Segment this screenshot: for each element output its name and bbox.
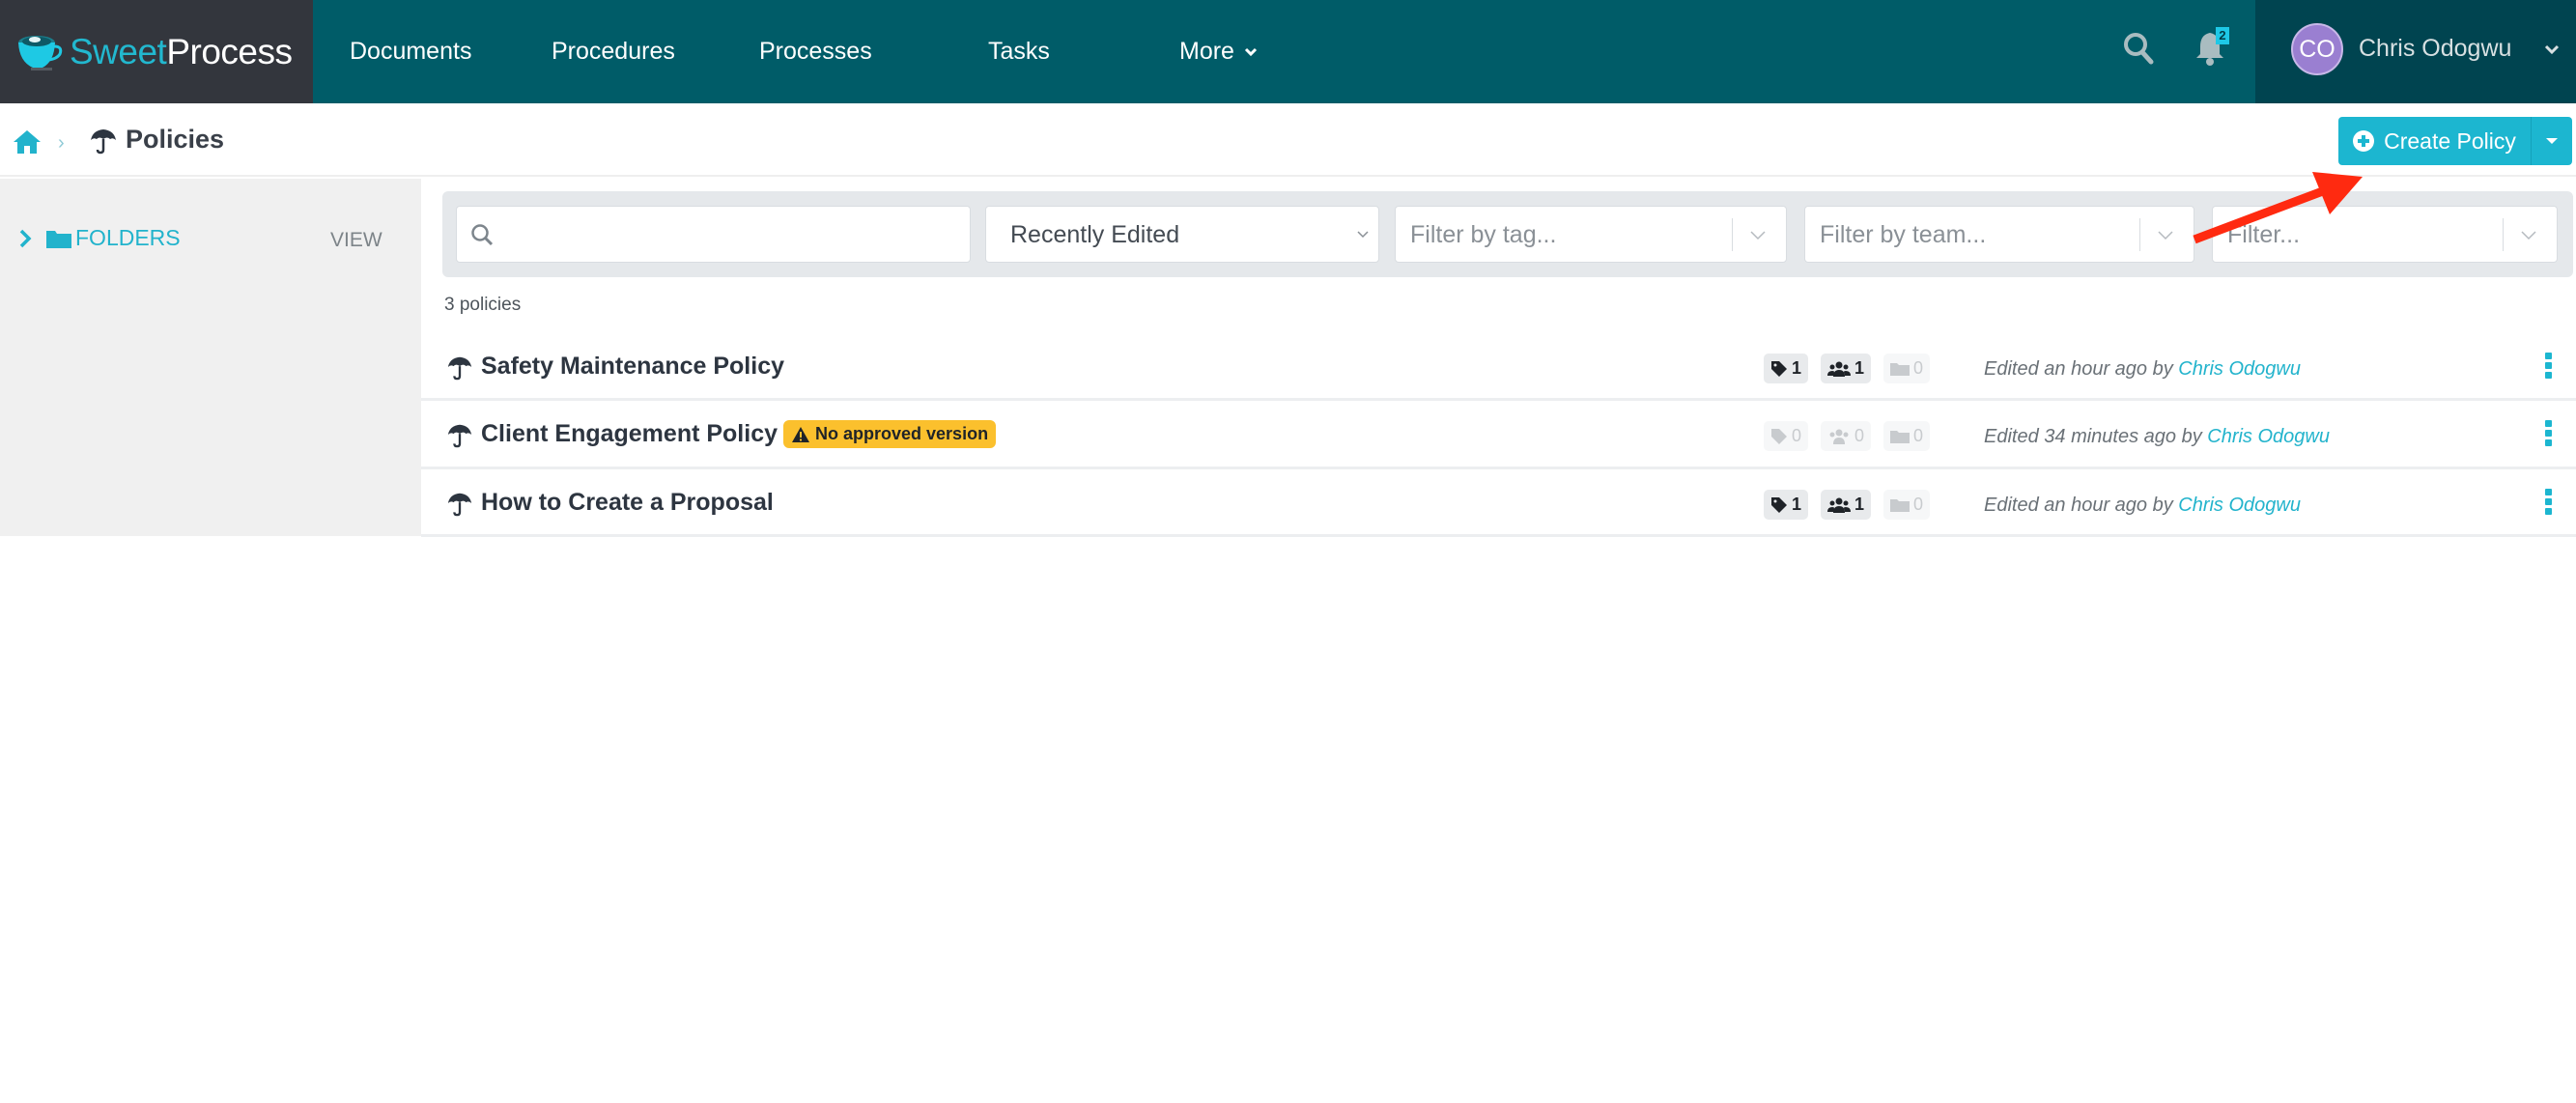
folders-toggle[interactable]: FOLDERS <box>17 225 181 251</box>
search-input[interactable] <box>501 207 965 262</box>
row-actions-menu-icon[interactable] <box>2543 420 2555 451</box>
chevron-down-icon <box>1244 47 1258 56</box>
brand-name: SweetProcess <box>70 31 293 71</box>
nav-tasks[interactable]: Tasks <box>988 0 1050 103</box>
tag-icon <box>1771 496 1787 513</box>
sort-selected-value: Recently Edited <box>1010 221 1180 248</box>
users-icon <box>1827 497 1851 513</box>
avatar: CO <box>2291 23 2343 75</box>
editor-link[interactable]: Chris Odogwu <box>2178 358 2301 380</box>
warning-icon <box>792 426 810 442</box>
policy-title-link[interactable]: How to Create a Proposal <box>446 489 774 517</box>
folders-count-pill[interactable]: 0 <box>1883 490 1931 520</box>
teams-count-pill[interactable]: 0 <box>1821 421 1872 451</box>
create-policy-dropdown-toggle[interactable] <box>2531 117 2572 165</box>
edited-info: Edited an hour ago by Chris Odogwu <box>1984 358 2301 380</box>
nav-more[interactable]: More <box>1179 0 1258 103</box>
tags-count-pill[interactable]: 0 <box>1764 421 1809 451</box>
tag-filter-placeholder: Filter by tag... <box>1410 221 1557 248</box>
breadcrumb-current: Policies <box>89 125 224 155</box>
notifications-button[interactable]: 2 <box>2194 27 2233 70</box>
sidebar: FOLDERS VIEW <box>0 179 421 536</box>
breadcrumb-separator-icon: › <box>58 132 65 154</box>
coffee-cup-logo-icon <box>18 35 63 71</box>
search-field[interactable] <box>456 206 971 263</box>
team-filter-placeholder: Filter by team... <box>1820 221 1987 248</box>
tag-icon <box>1771 360 1787 377</box>
users-icon <box>1827 361 1851 377</box>
search-icon <box>471 224 494 246</box>
brand-logo[interactable]: SweetProcess <box>0 0 313 103</box>
teams-count-pill[interactable]: 1 <box>1821 354 1872 383</box>
nav-processes[interactable]: Processes <box>759 0 872 103</box>
tags-count-pill[interactable]: 1 <box>1764 354 1809 383</box>
policies-list-panel: Recently Edited Filter by tag... Filter … <box>421 179 2576 537</box>
user-name: Chris Odogwu <box>2359 35 2512 62</box>
nav-procedures[interactable]: Procedures <box>552 0 675 103</box>
chevron-down-icon <box>1357 231 1369 239</box>
create-policy-button[interactable]: Create Policy <box>2338 117 2531 165</box>
breadcrumb: › Policies <box>0 103 2576 177</box>
teams-count-pill[interactable]: 1 <box>1821 490 1872 520</box>
umbrella-icon <box>447 354 472 380</box>
folders-count-pill[interactable]: 0 <box>1883 421 1931 451</box>
sort-select[interactable]: Recently Edited <box>985 206 1379 263</box>
generic-filter-placeholder: Filter... <box>2227 221 2301 248</box>
generic-filter-select[interactable]: Filter... <box>2212 206 2558 263</box>
umbrella-icon <box>447 491 472 516</box>
edited-info: Edited an hour ago by Chris Odogwu <box>1984 495 2301 516</box>
folder-icon <box>1890 498 1910 512</box>
row-actions-menu-icon[interactable] <box>2543 489 2555 520</box>
row-actions-menu-icon[interactable] <box>2543 353 2555 383</box>
edited-info: Edited 34 minutes ago by Chris Odogwu <box>1984 426 2330 447</box>
tags-count-pill[interactable]: 1 <box>1764 490 1809 520</box>
plus-circle-icon <box>2353 130 2375 152</box>
nav-documents[interactable]: Documents <box>350 0 471 103</box>
filter-bar: Recently Edited Filter by tag... Filter … <box>442 191 2573 277</box>
search-button[interactable] <box>2122 29 2157 72</box>
user-menu[interactable]: CO Chris Odogwu <box>2255 0 2576 103</box>
home-icon[interactable] <box>12 128 42 156</box>
notification-count-badge: 2 <box>2216 27 2229 44</box>
select-divider <box>2503 218 2504 251</box>
no-approved-version-badge: No approved version <box>783 420 997 448</box>
chevron-down-icon <box>2544 44 2560 55</box>
chevron-right-icon <box>19 229 32 247</box>
folder-icon <box>46 230 71 248</box>
chevron-down-icon <box>1750 231 1766 240</box>
list-item: How to Create a Proposal 1 1 0 Edited an… <box>421 469 2576 537</box>
search-icon <box>2124 33 2154 65</box>
tag-icon <box>1771 428 1787 444</box>
team-filter-select[interactable]: Filter by team... <box>1804 206 2194 263</box>
umbrella-icon <box>91 127 116 154</box>
users-icon <box>1829 429 1849 444</box>
list-item: Client Engagement Policy No approved ver… <box>421 401 2576 469</box>
umbrella-icon <box>447 422 472 447</box>
caret-down-icon <box>2546 138 2558 144</box>
tag-filter-select[interactable]: Filter by tag... <box>1395 206 1787 263</box>
policy-title-link[interactable]: Client Engagement Policy No approved ver… <box>446 420 997 448</box>
folders-count-pill[interactable]: 0 <box>1883 354 1931 383</box>
chevron-down-icon <box>2521 231 2536 240</box>
chevron-down-icon <box>2158 231 2173 240</box>
folder-icon <box>1890 362 1910 376</box>
folders-view-link[interactable]: VIEW <box>330 229 382 252</box>
select-divider <box>1732 218 1733 251</box>
policy-count: 3 policies <box>444 295 522 315</box>
top-navigation-bar: SweetProcess Documents Procedures Proces… <box>0 0 2576 103</box>
editor-link[interactable]: Chris Odogwu <box>2207 426 2330 447</box>
policy-title-link[interactable]: Safety Maintenance Policy <box>446 353 784 381</box>
folder-icon <box>1890 430 1910 443</box>
select-divider <box>2139 218 2140 251</box>
create-policy-button-group: Create Policy <box>2338 117 2572 165</box>
editor-link[interactable]: Chris Odogwu <box>2178 495 2301 516</box>
list-item: Safety Maintenance Policy 1 1 0 Edited a… <box>421 333 2576 401</box>
